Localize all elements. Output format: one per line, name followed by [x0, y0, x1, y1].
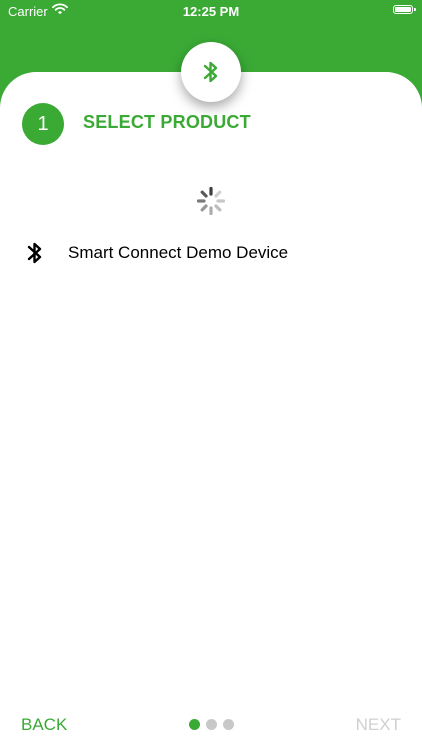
step-number: 1: [37, 112, 49, 135]
page-dot-2: [206, 719, 217, 730]
bluetooth-icon: [25, 240, 45, 271]
device-list-item[interactable]: Smart Connect Demo Device: [0, 232, 422, 274]
loading-spinner-icon: [196, 186, 226, 216]
step-title: SELECT PRODUCT: [83, 112, 251, 132]
page-dot-1: [189, 719, 200, 730]
page-indicator: [189, 719, 240, 730]
step-number-badge: 1: [22, 103, 64, 145]
content-sheet: [0, 72, 422, 750]
device-name: Smart Connect Demo Device: [68, 243, 289, 262]
bluetooth-icon: [203, 61, 218, 83]
clock: 12:25 PM: [182, 4, 240, 19]
page-dot-3: [223, 719, 234, 730]
status-bar: Carrier 12:25 PM: [0, 0, 422, 22]
bluetooth-badge: [181, 42, 241, 102]
next-button[interactable]: NEXT: [356, 715, 401, 735]
footer-navigation: BACK NEXT: [0, 706, 422, 742]
back-button[interactable]: BACK: [21, 715, 67, 735]
battery-icon: [393, 5, 416, 14]
